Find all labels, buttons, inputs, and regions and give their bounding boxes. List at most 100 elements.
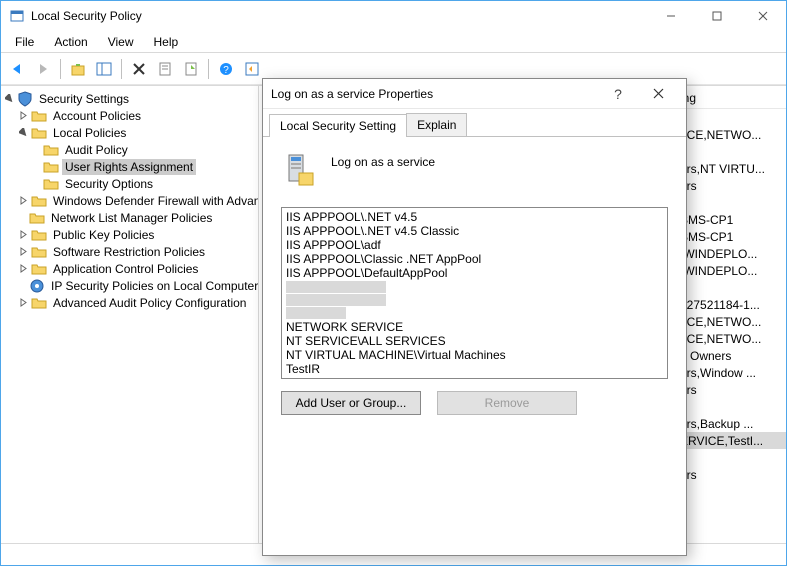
refresh-button[interactable] — [240, 57, 264, 81]
list-row[interactable]: ors — [676, 466, 786, 483]
list-row[interactable]: \WINDEPLO... — [676, 262, 786, 279]
list-row[interactable]: ors,Backup ... — [676, 415, 786, 432]
tree-node-pubkey[interactable]: Public Key Policies — [50, 227, 157, 243]
user-entry[interactable]: IIS APPPOOL\adf — [286, 238, 663, 252]
menu-file[interactable]: File — [5, 33, 44, 51]
expander-icon[interactable] — [17, 229, 29, 241]
titlebar: Local Security Policy — [1, 1, 786, 31]
menu-view[interactable]: View — [98, 33, 144, 51]
tree-node-appcontrol[interactable]: Application Control Policies — [50, 261, 201, 277]
tree-node-softrestrict[interactable]: Software Restriction Policies — [50, 244, 208, 260]
list-row[interactable] — [676, 143, 786, 160]
tree[interactable]: Security Settings Account Policies Local… — [1, 86, 258, 543]
tree-node-local[interactable]: Local Policies — [50, 125, 129, 141]
folder-icon — [43, 176, 59, 192]
show-hide-tree-button[interactable] — [92, 57, 116, 81]
list-row[interactable]: ors,NT VIRTU... — [676, 160, 786, 177]
tree-node-account[interactable]: Account Policies — [50, 108, 144, 124]
list-row[interactable]: /ICE,NETWO... — [676, 313, 786, 330]
svg-text:?: ? — [223, 65, 229, 76]
list-row[interactable]: ors — [676, 381, 786, 398]
list-row[interactable]: \WINDEPLO... — [676, 245, 786, 262]
list-row[interactable] — [676, 109, 786, 126]
tree-node-secopts[interactable]: Security Options — [62, 176, 156, 192]
redacted-entry — [286, 281, 386, 293]
expander-icon[interactable] — [3, 93, 15, 105]
folder-icon — [31, 227, 47, 243]
list-row[interactable] — [676, 398, 786, 415]
column-header[interactable]: ing — [676, 88, 786, 109]
list-row[interactable]: ors — [676, 177, 786, 194]
properties-button[interactable] — [153, 57, 177, 81]
shield-icon — [17, 91, 33, 107]
remove-button[interactable]: Remove — [437, 391, 577, 415]
tree-node-root[interactable]: Security Settings — [36, 91, 132, 107]
export-button[interactable] — [179, 57, 203, 81]
expander-icon[interactable] — [17, 110, 29, 122]
minimize-button[interactable] — [648, 1, 694, 31]
back-button[interactable] — [5, 57, 29, 81]
tab-local-security[interactable]: Local Security Setting — [269, 114, 407, 137]
toolbar-separator — [60, 59, 61, 79]
folder-icon — [31, 261, 47, 277]
list-row[interactable]: ors,Window ... — [676, 364, 786, 381]
toolbar-separator — [208, 59, 209, 79]
user-entry[interactable]: IIS APPPOOL\DefaultAppPool — [286, 266, 663, 280]
window-controls — [648, 1, 786, 31]
user-list[interactable]: IIS APPPOOL\.NET v4.5IIS APPPOOL\.NET v4… — [281, 207, 668, 379]
security-settings-list[interactable]: ing /ICE,NETWO...ors,NT VIRTU...orsSMS-C… — [676, 86, 786, 543]
toolbar-separator — [121, 59, 122, 79]
tree-node-netlist[interactable]: Network List Manager Policies — [48, 210, 215, 226]
list-row[interactable] — [676, 279, 786, 296]
list-row[interactable]: /ICE,NETWO... — [676, 126, 786, 143]
forward-button[interactable] — [31, 57, 55, 81]
expander-icon[interactable] — [17, 195, 29, 207]
dialog-body: Log on as a service IIS APPPOOL\.NET v4.… — [263, 137, 686, 555]
user-entry[interactable]: IIS APPPOOL\.NET v4.5 Classic — [286, 224, 663, 238]
user-entry[interactable]: IIS APPPOOL\Classic .NET AppPool — [286, 252, 663, 266]
tab-explain[interactable]: Explain — [406, 113, 467, 136]
expander-icon[interactable] — [17, 246, 29, 258]
list-row[interactable] — [676, 194, 786, 211]
delete-button[interactable] — [127, 57, 151, 81]
help-button[interactable]: ? — [214, 57, 238, 81]
list-row[interactable]: SMS-CP1 — [676, 211, 786, 228]
tree-node-advaudit[interactable]: Advanced Audit Policy Configuration — [50, 295, 249, 311]
dialog-close-button[interactable] — [638, 80, 678, 108]
folder-icon — [31, 125, 47, 141]
folder-icon — [31, 244, 47, 260]
expander-icon[interactable] — [17, 297, 29, 309]
list-row[interactable]: e Owners — [676, 347, 786, 364]
list-row[interactable]: /ICE,NETWO... — [676, 330, 786, 347]
user-entry[interactable]: TestIR — [286, 362, 663, 376]
ipsec-icon — [29, 278, 45, 294]
tree-node-user-rights[interactable]: User Rights Assignment — [62, 159, 196, 175]
user-entry[interactable]: NT SERVICE\ALL SERVICES — [286, 334, 663, 348]
tree-node-audit[interactable]: Audit Policy — [62, 142, 131, 158]
properties-dialog: Log on as a service Properties ? Local S… — [262, 78, 687, 556]
close-button[interactable] — [740, 1, 786, 31]
list-row[interactable] — [676, 449, 786, 466]
tree-node-ipsec[interactable]: IP Security Policies on Local Computer — [48, 278, 258, 294]
up-button[interactable] — [66, 57, 90, 81]
expander-icon[interactable] — [17, 263, 29, 275]
menu-help[interactable]: Help — [144, 33, 189, 51]
expander-icon[interactable] — [17, 127, 29, 139]
redacted-entry — [286, 307, 346, 319]
maximize-button[interactable] — [694, 1, 740, 31]
user-entry[interactable]: NETWORK SERVICE — [286, 320, 663, 334]
list-row[interactable]: 127521184-1... — [676, 296, 786, 313]
user-entry[interactable]: NT VIRTUAL MACHINE\Virtual Machines — [286, 348, 663, 362]
folder-icon — [31, 295, 47, 311]
list-row[interactable]: SMS-CP1 — [676, 228, 786, 245]
policy-name: Log on as a service — [331, 151, 435, 169]
user-entry[interactable]: IIS APPPOOL\.NET v4.5 — [286, 210, 663, 224]
add-user-button[interactable]: Add User or Group... — [281, 391, 421, 415]
dialog-title: Log on as a service Properties — [271, 87, 598, 101]
folder-icon — [43, 142, 59, 158]
list-row[interactable]: ERVICE,TestI... — [676, 432, 786, 449]
menu-action[interactable]: Action — [44, 33, 97, 51]
folder-icon — [31, 193, 47, 209]
dialog-help-button[interactable]: ? — [598, 80, 638, 108]
tree-node-firewall[interactable]: Windows Defender Firewall with Advanced … — [50, 193, 258, 209]
